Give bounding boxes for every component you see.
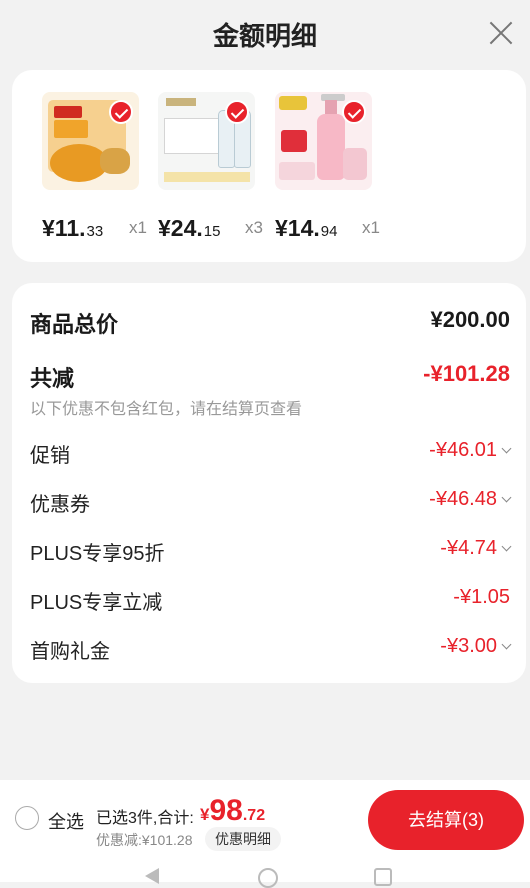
discount-label: PLUS专享立减 [30, 592, 163, 614]
select-all-radio[interactable] [15, 806, 39, 830]
product-price: ¥14.94 [275, 215, 338, 241]
discount-value: -¥1.05 [453, 586, 510, 608]
total-price-label: 商品总价 [30, 312, 119, 337]
home-icon[interactable] [258, 868, 278, 888]
select-all-label[interactable]: 全选 [48, 808, 84, 834]
discount-value: -¥4.74 [440, 537, 512, 560]
product-list: ¥11.33 x1 ¥24.15 x3 ¥14.94 x1 [12, 70, 526, 262]
selected-info: 已选3件,合计: [96, 810, 194, 827]
discount-value: -¥46.01 [429, 439, 512, 462]
discount-label: 首购礼金 [30, 641, 110, 663]
discount-detail-button[interactable]: 优惠明细 [205, 827, 281, 851]
price-summary: 商品总价 ¥200.00 共减 -¥101.28 以下优惠不包含红包，请在结算页… [12, 283, 526, 683]
total-reduction-value: -¥101.28 [423, 361, 510, 386]
total-amount: ¥98.72 [200, 794, 266, 827]
product-item[interactable]: ¥11.33 x1 [12, 92, 147, 242]
close-icon[interactable] [486, 18, 516, 48]
header: 金额明细 [0, 0, 530, 68]
reduction-note: 以下优惠不包含红包，请在结算页查看 [30, 401, 303, 418]
product-thumbnail-bodywash[interactable] [275, 92, 372, 190]
recent-apps-icon[interactable] [374, 868, 392, 886]
discount-label: 优惠券 [30, 494, 90, 516]
chevron-down-icon [501, 443, 512, 454]
discount-label: 促销 [30, 445, 70, 467]
product-thumbnail-water[interactable] [158, 92, 255, 190]
checkout-button[interactable]: 去结算(3) [368, 790, 524, 850]
chevron-down-icon [501, 639, 512, 650]
system-nav-bar [0, 860, 530, 888]
chevron-down-icon [501, 492, 512, 503]
product-price: ¥24.15 [158, 215, 221, 241]
product-item[interactable]: ¥14.94 x1 [245, 92, 380, 242]
discount-value: -¥46.48 [429, 488, 512, 511]
discount-summary: 优惠减:¥101.28 [96, 832, 193, 848]
checked-icon [342, 100, 366, 124]
total-price-value: ¥200.00 [430, 307, 510, 332]
product-item[interactable]: ¥24.15 x3 [128, 92, 263, 242]
checkout-bar: 全选 已选3件,合计: ¥98.72 优惠减:¥101.28 优惠明细 去结算(… [0, 780, 530, 860]
discount-value: -¥3.00 [440, 635, 512, 658]
discount-label: PLUS专享95折 [30, 543, 165, 565]
product-quantity: x1 [362, 218, 380, 237]
page-title: 金额明细 [212, 21, 317, 51]
product-thumbnail-noodles[interactable] [42, 92, 139, 190]
chevron-down-icon [501, 541, 512, 552]
product-price: ¥11.33 [42, 215, 104, 241]
total-reduction-label: 共减 [30, 366, 75, 391]
